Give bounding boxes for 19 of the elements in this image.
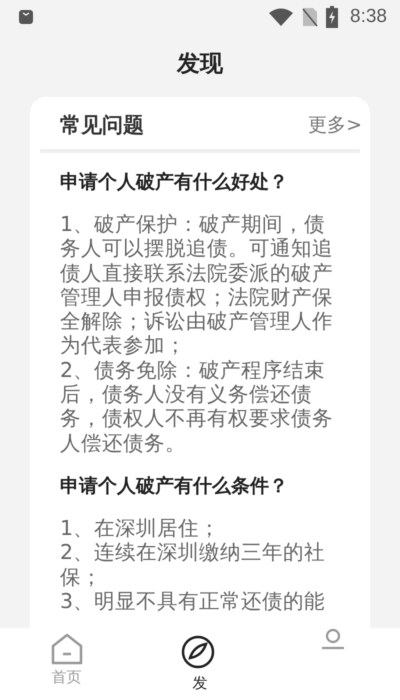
faq-answer: 3、明显不具有正常还债的能 [60,588,326,614]
home-icon [50,632,84,666]
clock-time: 8:38 [350,6,387,28]
faq-answer: 1、在深圳居住； [60,516,222,540]
wifi-icon [268,7,294,27]
more-link[interactable]: 更多> [308,112,362,138]
battery-icon [326,6,338,28]
person-icon [320,628,346,650]
faq-question: 申请个人破产有什么好处？ [60,170,289,195]
faq-answer: 1、破产保护：破产期间，债务人可以摆脱追债。可通知追债人直接联系法院委派的破产管理人申报债权；法院财产保全解除；诉讼由破产管理人作为代表参加； [60,212,334,358]
section-title: 常见问题 [60,112,144,139]
no-sim-icon [302,7,318,27]
app-icon [18,9,34,25]
faq-answer: 2、债务免除：破产程序结束后，债务人没有义务偿还债务，债权人不再有权要求债务人偿还债务。 [60,358,334,455]
faq-question: 申请个人破产有什么条件？ [60,474,289,499]
nav-tab[interactable]: 首页 [0,628,134,700]
faq-answer: 2、连续在深圳缴纳三年的社保； [60,540,326,589]
nav-tab[interactable]: 发 [133,628,267,700]
page-title: 发现 [176,50,224,79]
